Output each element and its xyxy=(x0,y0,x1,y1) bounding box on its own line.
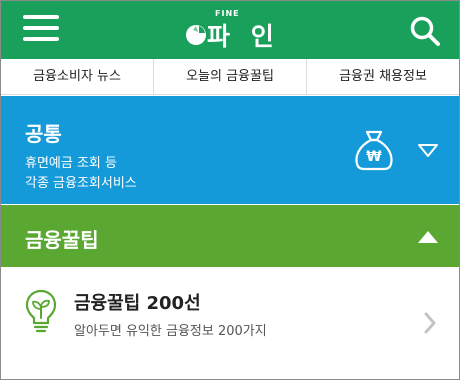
list-item-subtitle: 알아두면 유익한 금융정보 200가지 xyxy=(74,324,267,339)
tab-jobs[interactable]: 금융권 채용정보 xyxy=(306,59,459,94)
menu-icon[interactable] xyxy=(23,14,59,44)
search-icon[interactable] xyxy=(409,15,441,47)
logo-text: 파 인 xyxy=(207,22,280,51)
section-tips-title: 금융꿀팁 xyxy=(25,228,99,252)
app-frame: FINE 파 인 금융소비자 뉴스 오늘의 금융꿀팁 금융권 채용정보 공통 휴… xyxy=(0,0,460,380)
logo-mark-icon xyxy=(186,25,206,45)
list-item-title: 금융꿀팁 200선 xyxy=(74,293,201,314)
lightbulb-icon xyxy=(25,289,57,333)
list-item-tips-200[interactable]: 금융꿀팁 200선 알아두면 유익한 금융정보 200가지 xyxy=(1,268,459,378)
chevron-right-icon xyxy=(424,312,436,334)
svg-text:₩: ₩ xyxy=(366,149,382,165)
section-common-desc-1: 휴면예금 조회 등 xyxy=(25,156,117,171)
section-common-title: 공통 xyxy=(25,122,62,146)
collapse-caret-down-icon[interactable] xyxy=(417,142,439,158)
app-logo[interactable]: FINE 파 인 xyxy=(185,9,285,53)
money-bag-icon: ₩ xyxy=(355,130,393,171)
section-common[interactable]: 공통 휴면예금 조회 등 각종 금융조회서비스 ₩ xyxy=(1,96,459,204)
section-common-desc-2: 각종 금융조회서비스 xyxy=(25,176,137,191)
expand-caret-up-icon[interactable] xyxy=(417,230,439,244)
tab-bar: 금융소비자 뉴스 오늘의 금융꿀팁 금융권 채용정보 xyxy=(1,59,459,95)
tab-daily-tips[interactable]: 오늘의 금융꿀팁 xyxy=(153,59,306,94)
section-tips[interactable]: 금융꿀팁 xyxy=(1,205,459,267)
tab-consumer-news[interactable]: 금융소비자 뉴스 xyxy=(1,59,153,94)
top-header: FINE 파 인 xyxy=(1,1,459,59)
